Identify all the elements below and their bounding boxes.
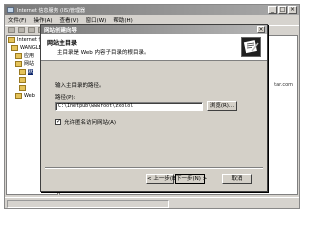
server-icon bbox=[11, 44, 18, 51]
anonymous-access-row[interactable]: ✓ 允许匿名访问网站(A) bbox=[55, 118, 116, 126]
folder-icon bbox=[15, 52, 22, 59]
detail-text: tar.com bbox=[274, 82, 293, 88]
cancel-button[interactable]: 取消 bbox=[222, 174, 252, 184]
status-bar bbox=[5, 197, 299, 208]
iis-app-icon bbox=[7, 7, 14, 13]
anonymous-access-checkbox[interactable]: ✓ bbox=[55, 119, 61, 125]
wizard-close-button[interactable]: × bbox=[257, 26, 265, 33]
menu-action[interactable]: 操作(A) bbox=[33, 16, 52, 24]
menu-view[interactable]: 查看(V) bbox=[60, 16, 79, 24]
close-button[interactable]: × bbox=[288, 6, 297, 14]
website-creation-wizard: 网站创建向导 × 网站主目录 主目录是 Web 内容子目录的根目录。 输入主目录… bbox=[40, 24, 268, 192]
menu-bar: 文件(F) 操作(A) 查看(V) 窗口(W) 帮助(H) bbox=[5, 15, 299, 24]
screen: Internet 信息服务 (IIS)管理器 _ □ × 文件(F) 操作(A)… bbox=[0, 0, 304, 213]
forward-icon[interactable] bbox=[18, 27, 25, 33]
up-folder-icon[interactable] bbox=[28, 27, 35, 33]
path-label: 路径(P): bbox=[55, 95, 76, 101]
back-button[interactable]: < 上一步(B) bbox=[146, 174, 178, 184]
computer-icon bbox=[8, 36, 15, 43]
maximize-button[interactable]: □ bbox=[278, 6, 287, 14]
wizard-banner-icon bbox=[241, 37, 261, 57]
wizard-subheading: 主目录是 Web 内容子目录的根目录。 bbox=[57, 50, 150, 56]
path-input[interactable]: C:\Inetpub\wwwroot\zxolol bbox=[55, 102, 203, 111]
globe-icon bbox=[19, 76, 26, 83]
menu-window[interactable]: 窗口(W) bbox=[86, 16, 107, 24]
globe-icon bbox=[19, 84, 26, 91]
browse-button[interactable]: 浏览(R)... bbox=[207, 101, 237, 111]
folder-icon bbox=[15, 92, 22, 99]
status-cell bbox=[7, 200, 169, 208]
menu-file[interactable]: 文件(F) bbox=[8, 16, 26, 24]
path-prompt: 输入主目录的路径。 bbox=[55, 83, 105, 89]
iis-title-bar: Internet 信息服务 (IIS)管理器 _ □ × bbox=[5, 5, 299, 15]
globe-icon bbox=[19, 68, 26, 75]
anonymous-access-label: 允许匿名访问网站(A) bbox=[64, 120, 117, 126]
wizard-title: 网站创建向导 bbox=[44, 27, 78, 34]
wizard-header: 网站主目录 主目录是 Web 内容子目录的根目录。 bbox=[41, 34, 267, 61]
minimize-button[interactable]: _ bbox=[268, 6, 277, 14]
iis-window-title: Internet 信息服务 (IIS)管理器 bbox=[17, 7, 86, 14]
next-button[interactable]: 下一步(N) > bbox=[175, 174, 207, 184]
wizard-heading: 网站主目录 bbox=[47, 40, 78, 47]
wizard-separator bbox=[45, 167, 263, 169]
folder-icon bbox=[15, 60, 22, 67]
menu-help[interactable]: 帮助(H) bbox=[113, 16, 132, 24]
wizard-title-bar: 网站创建向导 × bbox=[41, 25, 267, 34]
back-icon[interactable] bbox=[8, 27, 15, 33]
